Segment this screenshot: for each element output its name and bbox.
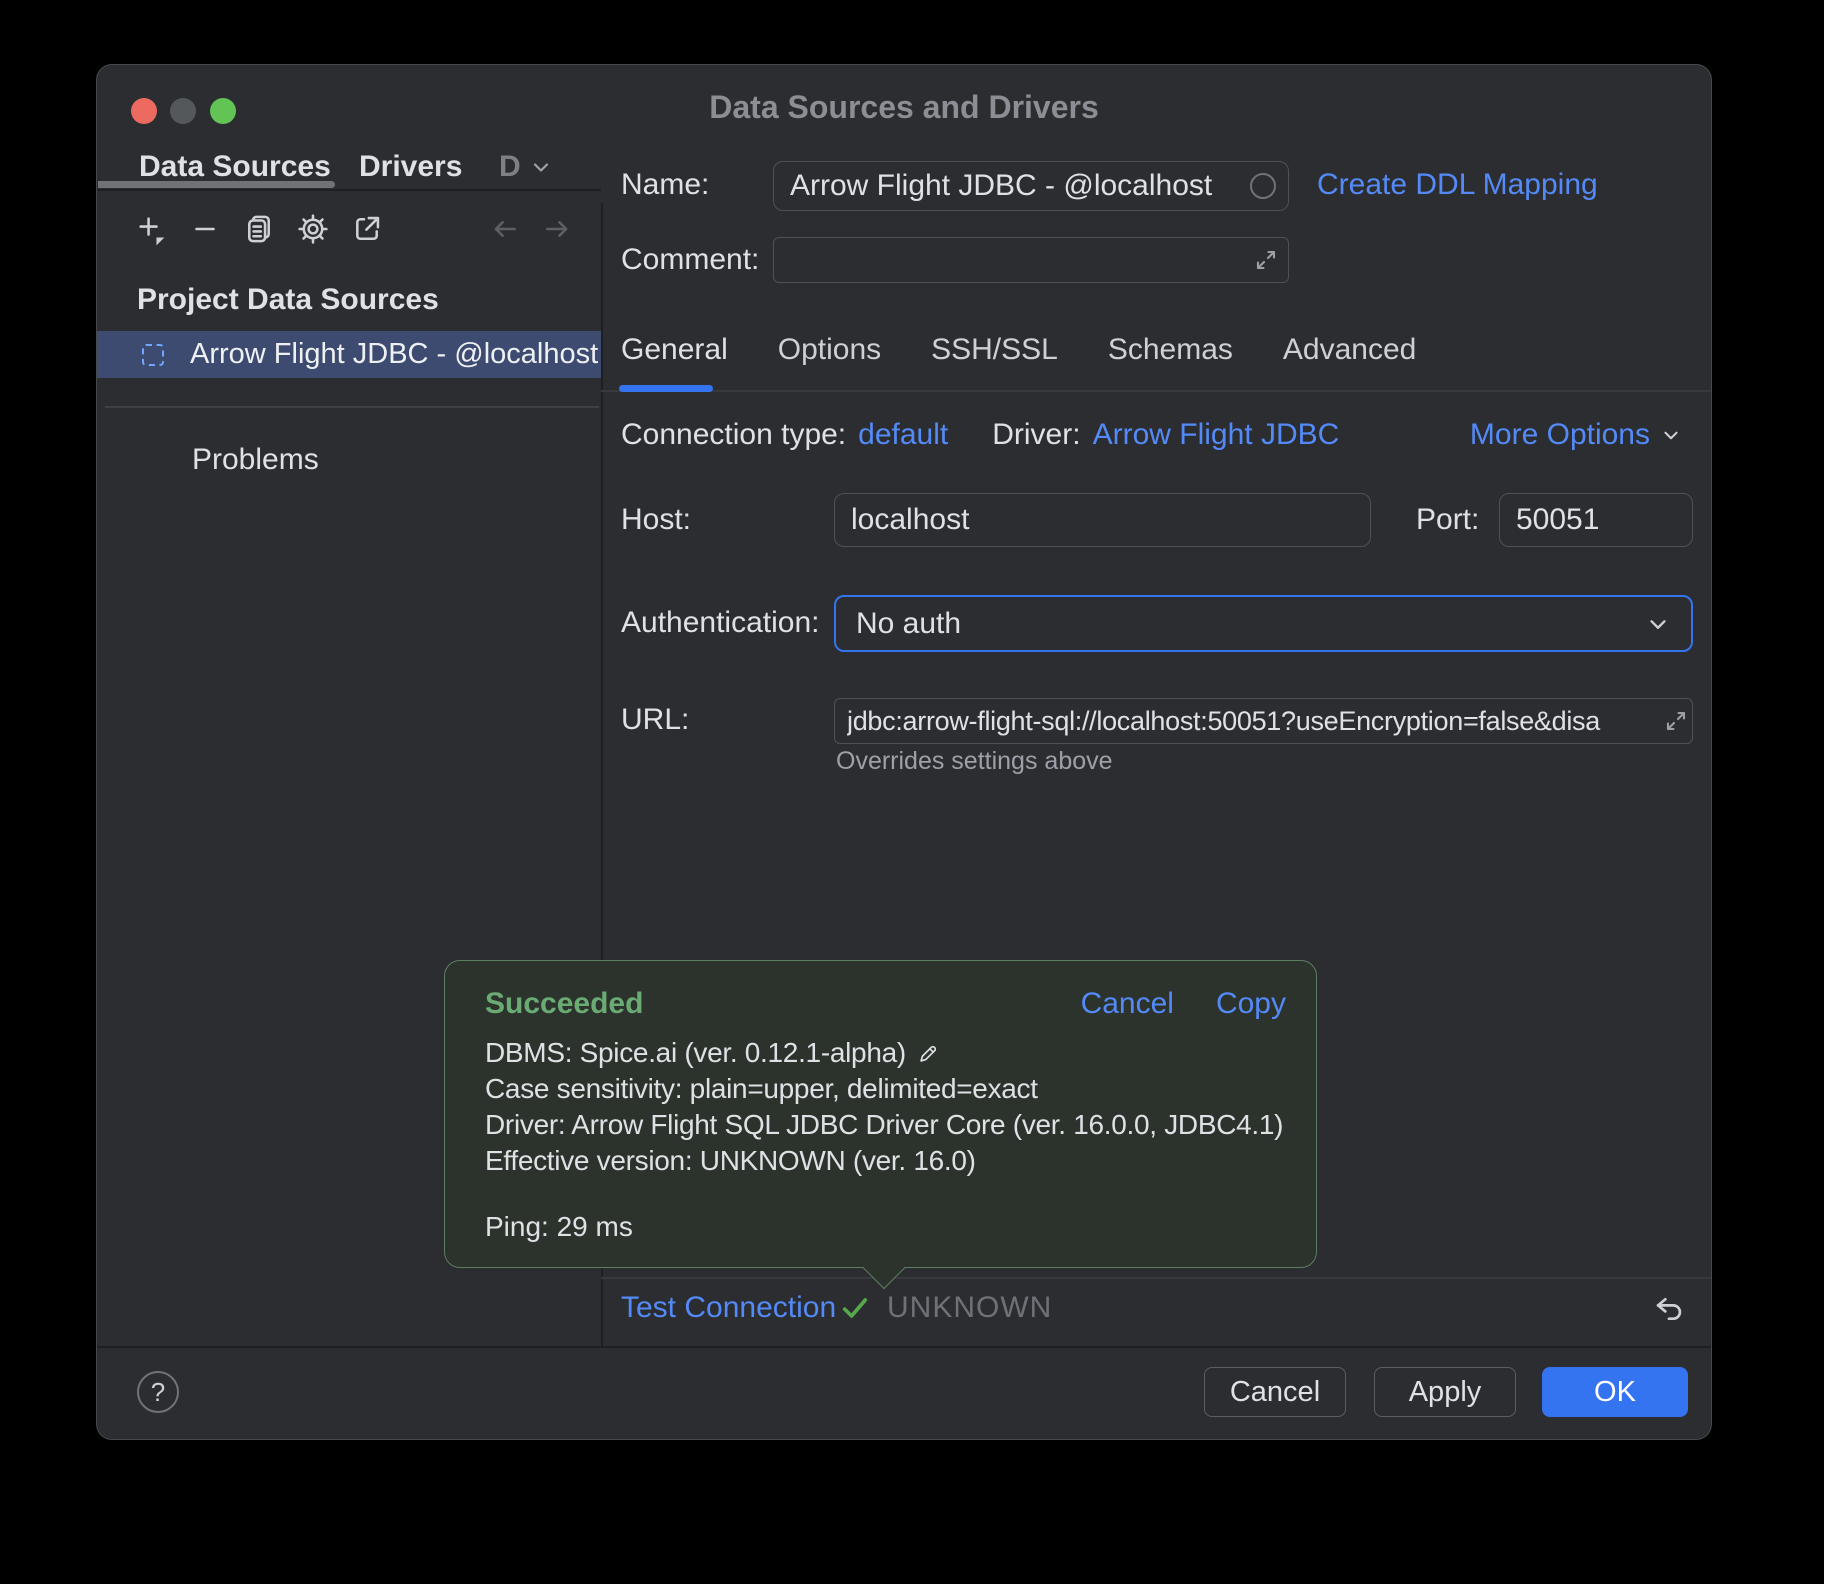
- expand-icon: [1252, 246, 1280, 274]
- duplicate-button[interactable]: [241, 211, 277, 247]
- history-nav: [487, 211, 575, 247]
- active-tab-indicator: [98, 181, 335, 188]
- forward-button[interactable]: [539, 211, 575, 247]
- popup-driver-line: Driver: Arrow Flight SQL JDBC Driver Cor…: [485, 1107, 1286, 1143]
- remove-icon: [188, 212, 222, 246]
- export-button[interactable]: [349, 211, 385, 247]
- test-connection-link[interactable]: Test Connection: [621, 1291, 836, 1325]
- revert-button[interactable]: [1649, 1289, 1689, 1329]
- popup-version-line: Effective version: UNKNOWN (ver. 16.0): [485, 1143, 1286, 1179]
- help-button[interactable]: ?: [137, 1371, 179, 1413]
- tab-drivers[interactable]: Drivers: [359, 149, 462, 185]
- tabs-underline: [601, 390, 1712, 392]
- popup-dbms-text: DBMS: Spice.ai (ver. 0.12.1-alpha): [485, 1037, 906, 1068]
- name-field-box: [773, 161, 1289, 211]
- popup-ping-line: Ping: 29 ms: [485, 1211, 1286, 1243]
- expand-icon: [1662, 707, 1690, 735]
- expand-comment-button[interactable]: [1252, 246, 1280, 274]
- popup-copy-link[interactable]: Copy: [1216, 987, 1286, 1021]
- tab-ssh-ssl[interactable]: SSH/SSL: [931, 333, 1058, 367]
- more-options-label: More Options: [1470, 418, 1650, 452]
- popup-cancel-link[interactable]: Cancel: [1081, 987, 1174, 1021]
- tab-general[interactable]: General: [621, 333, 728, 367]
- chevron-down-icon: [1643, 609, 1673, 639]
- pencil-icon: [916, 1040, 942, 1066]
- port-input[interactable]: [1500, 503, 1692, 537]
- tab-advanced[interactable]: Advanced: [1283, 333, 1416, 367]
- tabs-overflow-chevron-icon[interactable]: [527, 153, 555, 186]
- connection-type-label: Connection type:: [621, 418, 846, 452]
- datasource-list-item[interactable]: Arrow Flight JDBC - @localhost: [97, 331, 601, 378]
- name-input[interactable]: [774, 169, 1250, 203]
- window-title: Data Sources and Drivers: [97, 89, 1711, 126]
- url-field-box: [834, 698, 1693, 744]
- back-button[interactable]: [487, 211, 523, 247]
- comment-input[interactable]: [774, 243, 1252, 277]
- help-icon: ?: [151, 1377, 165, 1408]
- datasource-label: Arrow Flight JDBC - @localhost: [190, 338, 598, 371]
- host-field-box: [834, 493, 1371, 547]
- data-sources-dialog: Data Sources and Drivers Data Sources Dr…: [96, 64, 1712, 1440]
- host-input[interactable]: [835, 503, 1370, 537]
- edit-version-button[interactable]: [906, 1037, 942, 1068]
- datasource-icon: [142, 344, 164, 366]
- duplicate-icon: [242, 212, 276, 246]
- create-ddl-mapping-link[interactable]: Create DDL Mapping: [1317, 168, 1598, 202]
- back-arrow-icon: [488, 212, 522, 246]
- popup-status: Succeeded: [485, 987, 643, 1021]
- authentication-select[interactable]: No auth: [834, 595, 1693, 652]
- screen: Data Sources and Drivers Data Sources Dr…: [0, 0, 1824, 1584]
- popup-tail: [863, 1247, 905, 1289]
- footer-divider: [97, 1346, 1712, 1348]
- undo-icon: [1652, 1292, 1686, 1326]
- port-label: Port:: [1416, 503, 1479, 537]
- host-label: Host:: [621, 503, 691, 537]
- check-icon: [839, 1292, 871, 1329]
- tab-data-sources[interactable]: Data Sources: [139, 149, 331, 185]
- name-label: Name:: [621, 168, 709, 202]
- progress-circle-icon: [1250, 173, 1276, 199]
- driver-label: Driver:: [992, 418, 1080, 452]
- test-connection-popup: Succeeded Cancel Copy DBMS: Spice.ai (ve…: [444, 960, 1317, 1268]
- tab-options[interactable]: Options: [778, 333, 881, 367]
- datasource-toolbar: [133, 211, 385, 247]
- settings-gear-icon: [296, 212, 330, 246]
- comment-label: Comment:: [621, 243, 759, 277]
- tab-row-divider: [97, 189, 601, 191]
- apply-button[interactable]: Apply: [1374, 1367, 1516, 1417]
- active-settings-tab-indicator: [619, 385, 713, 392]
- more-options-link[interactable]: More Options: [1470, 418, 1684, 452]
- comment-field-box: [773, 237, 1289, 283]
- tab-schemas[interactable]: Schemas: [1108, 333, 1233, 367]
- sidebar-item-problems[interactable]: Problems: [192, 443, 319, 477]
- url-hint: Overrides settings above: [836, 747, 1113, 776]
- status-row-divider: [601, 1277, 1712, 1279]
- settings-button[interactable]: [295, 211, 331, 247]
- add-icon: [134, 212, 168, 246]
- connection-type-value-link[interactable]: default: [858, 418, 948, 452]
- port-field-box: [1499, 493, 1693, 547]
- chevron-down-icon: [1658, 422, 1684, 448]
- url-label: URL:: [621, 703, 689, 737]
- popup-case-line: Case sensitivity: plain=upper, delimited…: [485, 1071, 1286, 1107]
- project-data-sources-heading: Project Data Sources: [137, 283, 439, 317]
- remove-button[interactable]: [187, 211, 223, 247]
- test-result-text: UNKNOWN: [887, 1291, 1052, 1325]
- export-icon: [350, 212, 384, 246]
- ok-button[interactable]: OK: [1542, 1367, 1688, 1417]
- expand-url-button[interactable]: [1662, 707, 1690, 735]
- popup-dbms-line: DBMS: Spice.ai (ver. 0.12.1-alpha): [485, 1035, 1286, 1071]
- cancel-button[interactable]: Cancel: [1204, 1367, 1346, 1417]
- connection-type-row: Connection type: default Driver: Arrow F…: [621, 418, 1339, 452]
- sidebar-divider: [105, 406, 599, 408]
- driver-value-link[interactable]: Arrow Flight JDBC: [1093, 418, 1340, 452]
- forward-arrow-icon: [540, 212, 574, 246]
- authentication-label: Authentication:: [621, 606, 819, 640]
- settings-tabs: General Options SSH/SSL Schemas Advanced: [621, 333, 1416, 367]
- url-input[interactable]: [835, 706, 1662, 737]
- tab-ddl-truncated[interactable]: D: [499, 149, 521, 185]
- add-button[interactable]: [133, 211, 169, 247]
- authentication-value: No auth: [856, 607, 1643, 641]
